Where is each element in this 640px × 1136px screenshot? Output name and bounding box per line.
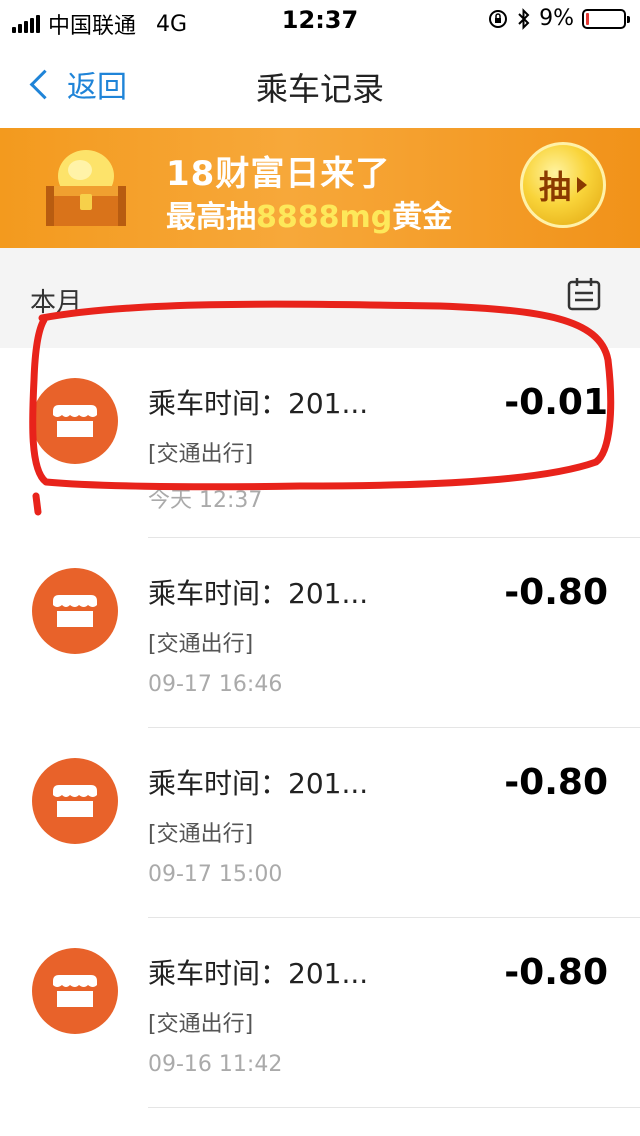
calendar-icon[interactable] <box>566 276 602 312</box>
ride-time-label: 乘车时间：201... <box>148 577 369 610</box>
amount: -0.80 <box>504 572 608 613</box>
banner-subtitle-prefix: 最高抽 <box>166 200 256 235</box>
orientation-lock-icon <box>489 9 508 28</box>
list-item[interactable]: 乘车时间：201... [交通出行] 09-17 16:46 -0.80 <box>0 538 640 728</box>
banner-subtitle-suffix: 黄金 <box>392 200 453 235</box>
page-title: 乘车记录 <box>255 70 384 108</box>
banner-subtitle: 最高抽8888mg黄金 <box>166 192 452 236</box>
timestamp: 09-16 11:42 <box>148 1052 283 1077</box>
store-icon <box>32 568 118 654</box>
store-icon <box>32 378 118 464</box>
ride-record-list: 乘车时间：201... [交通出行] 今天 12:37 -0.01 乘车时间：2… <box>0 348 640 1108</box>
status-bar: 中国联通 4G 12:37 9% <box>0 0 640 40</box>
list-item[interactable]: 乘车时间：201... [交通出行] 今天 12:37 -0.01 <box>0 348 640 538</box>
battery-level <box>586 12 589 25</box>
amount: -0.80 <box>504 952 608 993</box>
divider <box>148 1107 640 1108</box>
nav-bar: 返回 乘车记录 <box>0 40 640 128</box>
amount: -0.80 <box>504 762 608 803</box>
timestamp: 09-17 16:46 <box>148 672 283 697</box>
timestamp: 今天 12:37 <box>148 488 263 513</box>
category-tag: [交通出行] <box>148 632 254 657</box>
amount: -0.01 <box>504 382 608 423</box>
battery-percent: 9% <box>539 6 574 31</box>
store-icon <box>32 948 118 1034</box>
category-tag: [交通出行] <box>148 442 254 467</box>
ride-time-label: 乘车时间：201... <box>148 387 369 420</box>
battery-icon <box>582 8 630 29</box>
category-tag: [交通出行] <box>148 1012 254 1037</box>
timestamp: 09-17 15:00 <box>148 862 283 887</box>
banner-subtitle-highlight: 8888mg <box>256 200 393 235</box>
month-section-header: 本月 <box>0 248 640 348</box>
bluetooth-icon <box>518 7 530 30</box>
treasure-chest-icon <box>46 150 126 226</box>
lottery-button[interactable]: 抽 <box>520 142 606 228</box>
status-right: 9% <box>487 6 630 31</box>
ride-time-label: 乘车时间：201... <box>148 957 369 990</box>
play-arrow-icon <box>577 177 587 193</box>
list-item[interactable]: 乘车时间：201... [交通出行] 09-17 15:00 -0.80 <box>0 728 640 918</box>
promo-banner[interactable]: 18财富日来了 最高抽8888mg黄金 抽 <box>0 128 640 248</box>
category-tag: [交通出行] <box>148 822 254 847</box>
ride-time-label: 乘车时间：201... <box>148 767 369 800</box>
store-icon <box>32 758 118 844</box>
month-label: 本月 <box>30 288 83 318</box>
lottery-button-label: 抽 <box>538 168 571 206</box>
banner-title: 18财富日来了 <box>166 154 391 194</box>
list-item[interactable]: 乘车时间：201... [交通出行] 09-16 11:42 -0.80 <box>0 918 640 1108</box>
